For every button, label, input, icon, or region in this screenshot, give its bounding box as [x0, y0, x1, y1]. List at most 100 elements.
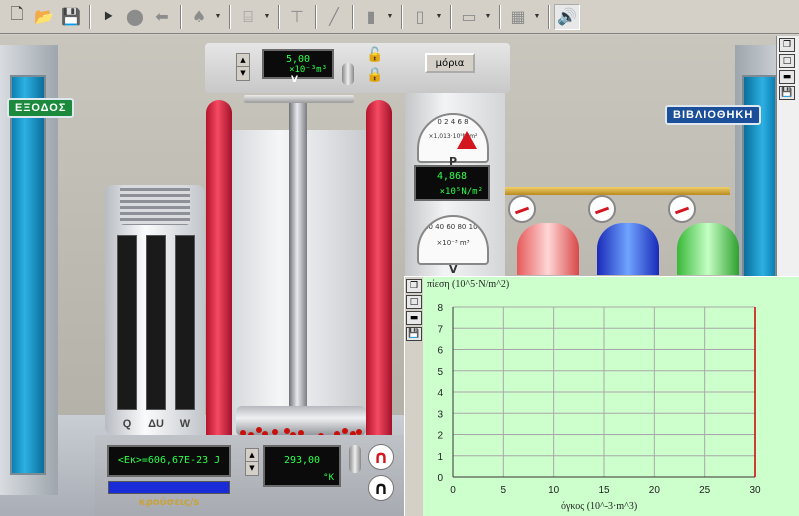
plate-icon[interactable]: ▭ [456, 4, 482, 30]
right-heating-pipe [366, 100, 392, 440]
flask-icon[interactable]: ▯ [407, 4, 433, 30]
green-tank-needle [674, 206, 690, 215]
green-gas-tank[interactable] [677, 223, 739, 275]
unlock-icon[interactable]: 🔓 [366, 47, 383, 63]
spinner-up-icon[interactable]: ▲ [246, 449, 258, 462]
toolbar-separator [450, 4, 452, 29]
volume-spinner[interactable]: ▲ ▼ [236, 53, 250, 81]
side-panel: ❐ □ ▬ 💾 [776, 36, 799, 276]
exit-sign[interactable]: ΕΞΟΔΟΣ [7, 98, 75, 118]
pressure-value: 4,868 [436, 171, 468, 182]
drop-dropdown-arrow-icon[interactable]: ▼ [213, 4, 223, 30]
heat-q-bar [117, 235, 137, 410]
save-icon[interactable]: 💾 [58, 4, 84, 30]
pressure-gauge-ticks: 0 2 4 6 8 [437, 118, 469, 126]
red-tank-needle [514, 206, 530, 215]
volume-unit: ×10⁻³m³ [289, 65, 327, 75]
spinner-up-icon[interactable]: ▲ [237, 54, 249, 67]
toolbar-separator [499, 4, 501, 29]
cylinder-icon[interactable]: ⌸ [235, 4, 261, 30]
kinetic-energy-value: <Eκ>=606,67E-23 J [117, 455, 221, 466]
plate-dropdown-arrow-icon[interactable]: ▼ [483, 4, 493, 30]
y-tick-label: 7 [437, 324, 443, 335]
blue-tank-needle [594, 206, 610, 215]
back-arrow-icon[interactable]: ⬅ [149, 4, 175, 30]
y-tick-label: 5 [437, 367, 443, 378]
spinner-down-icon[interactable]: ▼ [246, 462, 258, 475]
pv-graph[interactable]: 0 1 2 3 4 5 6 7 8 0 5 10 15 20 25 30 πίεση (10^5·N/m^2)… [423, 277, 799, 516]
volume-gauge-letter: V [449, 263, 458, 276]
y-axis-title: πίεση (10^5·N/m^2) [427, 279, 510, 290]
play-icon[interactable]: ⯈ [95, 4, 121, 30]
temperature-value: 293,00 [283, 455, 321, 466]
x-tick-label: 5 [501, 485, 507, 496]
x-tick-label: 15 [598, 485, 610, 496]
save-graph-icon[interactable]: 💾 [406, 327, 422, 341]
y-tick-label: 8 [437, 303, 443, 314]
lock-icon[interactable]: 🔒 [366, 67, 383, 83]
red-gas-tank[interactable] [517, 223, 579, 275]
limits-button[interactable]: μόρια [425, 53, 475, 73]
piston-rod[interactable] [289, 97, 307, 407]
toolbar-separator [229, 4, 231, 29]
restore-window-icon[interactable]: ❐ [779, 38, 795, 52]
restore-graph-icon[interactable]: ❐ [406, 279, 422, 293]
drop-icon[interactable]: ♠ [186, 4, 212, 30]
blue-gas-tank[interactable] [597, 223, 659, 275]
magnet-black-icon[interactable]: ∩ [368, 475, 394, 501]
pressure-needle [457, 131, 477, 149]
library-sign[interactable]: ΒΙΒΛΙΟΘΗΚΗ [665, 105, 762, 125]
volume-display: 5,00 ×10⁻³m³ [262, 49, 334, 79]
gas-particle [342, 428, 348, 434]
spinner-down-icon[interactable]: ▼ [237, 67, 249, 80]
piston-icon[interactable]: ⊤ [284, 4, 310, 30]
gas-particle [256, 427, 262, 433]
left-heating-pipe [206, 100, 232, 440]
magnet-red-icon[interactable]: ∩ [368, 444, 394, 470]
speaker-icon[interactable]: 🔊 [554, 3, 580, 30]
bottle-dropdown-arrow-icon[interactable]: ▼ [385, 4, 395, 30]
open-folder-icon[interactable]: 📂 [31, 4, 57, 30]
work-w-bar [175, 235, 195, 410]
bar-label-du: ΔU [148, 418, 164, 430]
maximize-graph-icon[interactable]: □ [406, 295, 422, 309]
save-window-icon[interactable]: 💾 [779, 86, 795, 100]
pv-graph-window: ❐ □ ▬ 💾 0 1 2 3 4 5 6 7 8 0 5 10 15 20 25 30 πίεση (10^… [404, 276, 799, 516]
minimize-graph-icon[interactable]: ▬ [406, 311, 422, 325]
cylinder-dropdown-arrow-icon[interactable]: ▼ [262, 4, 272, 30]
volume-gauge: 20 40 60 80 100 ×10⁻³ m³ [417, 215, 489, 265]
pressure-unit: ×10⁵N/m² [439, 187, 483, 197]
maximize-window-icon[interactable]: □ [779, 54, 795, 68]
toolbar-separator [89, 4, 91, 29]
collision-rate-bar [108, 481, 230, 494]
rod-icon[interactable]: ╱ [321, 4, 347, 30]
close-window-icon[interactable]: ▬ [779, 70, 795, 84]
gas-particle [284, 428, 290, 434]
toolbar-separator [352, 4, 354, 29]
y-tick-label: 6 [437, 346, 443, 357]
toolbar: 🗋 📂 💾 ⯈ ⬤ ⬅ ♠ ▼ ⌸ ▼ ⊤ ╱ ▮ ▼ ▯ ▼ ▭ ▼ ▦ ▼ … [0, 0, 799, 34]
stop-icon[interactable]: ⬤ [122, 4, 148, 30]
internal-energy-du-bar [146, 235, 166, 410]
temperature-spinner[interactable]: ▲ ▼ [245, 448, 259, 476]
texture-dropdown-arrow-icon[interactable]: ▼ [532, 4, 542, 30]
collision-rate-label: κρούσεις/s [138, 497, 200, 508]
texture-icon[interactable]: ▦ [505, 4, 531, 30]
toolbar-separator [548, 4, 550, 29]
blue-tank-gauge [588, 195, 616, 223]
green-tank-gauge [668, 195, 696, 223]
heater-lever-icon[interactable] [349, 445, 361, 473]
new-icon[interactable]: 🗋 [4, 4, 30, 30]
x-axis-title: όγκος (10^-3·m^3) [561, 501, 638, 512]
kinetic-energy-display: <Eκ>=606,67E-23 J [107, 445, 231, 477]
y-tick-label: 3 [437, 409, 443, 420]
exit-door[interactable] [10, 75, 46, 475]
energy-bars-cap [120, 185, 190, 225]
volume-gauge-scale: ×10⁻³ m³ [436, 239, 470, 247]
volume-display-letter: V [291, 75, 298, 85]
bottle-icon[interactable]: ▮ [358, 4, 384, 30]
flask-dropdown-arrow-icon[interactable]: ▼ [434, 4, 444, 30]
y-tick-label: 1 [437, 452, 443, 463]
x-tick-label: 25 [699, 485, 711, 496]
valve-lever-icon[interactable] [342, 63, 354, 85]
